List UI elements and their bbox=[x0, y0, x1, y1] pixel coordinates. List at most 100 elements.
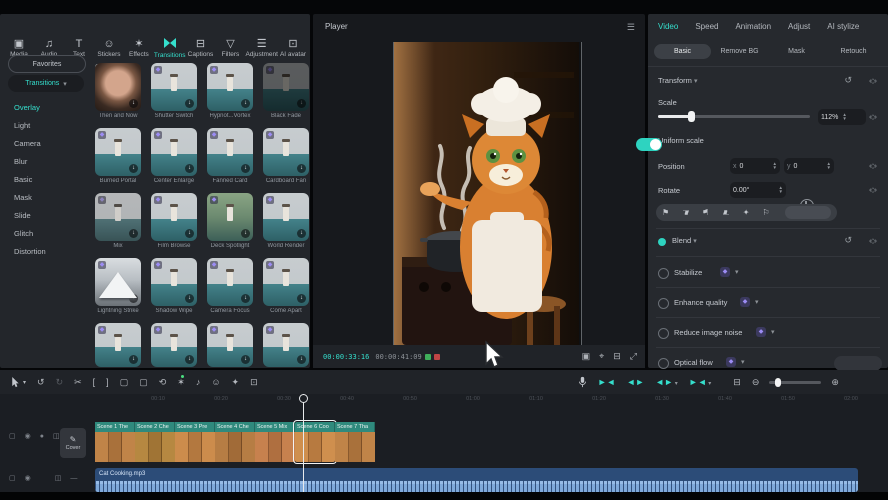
lock-track-icon[interactable]: ◫ bbox=[55, 474, 62, 482]
transition-item[interactable]: ◆↓Camera Focus bbox=[207, 258, 253, 314]
proxy-indicator-icon[interactable] bbox=[434, 354, 440, 360]
transition-item[interactable]: ◆↓Deck Spotlight bbox=[207, 193, 253, 249]
timeline-clip[interactable]: Scene 5 Mix bbox=[255, 422, 295, 462]
zoom-in-icon[interactable]: ⊕ bbox=[831, 377, 839, 388]
blend-header[interactable]: Blend ▾ bbox=[672, 236, 697, 245]
category-distortion[interactable]: Distortion bbox=[14, 244, 84, 258]
player-options-icon[interactable]: ☰ bbox=[627, 22, 635, 33]
toolbar-transitions[interactable]: Transitions bbox=[154, 38, 186, 59]
delete-icon[interactable]: ▢ bbox=[120, 377, 129, 388]
effect-tool-icon[interactable]: ✦ bbox=[232, 377, 240, 388]
redo-icon[interactable]: ↻ bbox=[56, 377, 64, 388]
category-overlay[interactable]: Overlay bbox=[14, 100, 84, 114]
align-bottom-icon[interactable]: ⚑ bbox=[722, 209, 731, 216]
select-tool-caret-icon[interactable]: ▾ bbox=[23, 379, 26, 386]
ratio-icon[interactable]: ▣ bbox=[582, 351, 591, 362]
stepper-icons[interactable]: ▲▼ bbox=[779, 186, 783, 194]
mute-track-icon[interactable]: ◉ bbox=[25, 474, 31, 482]
subtab-mask[interactable]: Mask bbox=[768, 44, 825, 59]
timeline-clip[interactable]: Scene 1 The bbox=[95, 422, 135, 462]
snapshot-icon[interactable]: ⌖ bbox=[599, 351, 604, 362]
enhance-quality-checkbox[interactable] bbox=[658, 298, 669, 309]
subtab-retouch[interactable]: Retouch bbox=[825, 44, 882, 59]
tab-video[interactable]: Video bbox=[658, 22, 678, 31]
dim-action-button[interactable] bbox=[834, 356, 882, 371]
transition-item[interactable]: ◆↓World Render bbox=[263, 193, 309, 249]
toolbar-effects[interactable]: ✶Effects bbox=[124, 38, 154, 58]
transition-item[interactable]: ◆↓Come Apart bbox=[263, 258, 309, 314]
preview-axis-icon[interactable]: ◄► ▾ bbox=[655, 377, 678, 387]
keyframe-icon[interactable]: ‹◇› bbox=[869, 113, 876, 121]
magic-tool-icon[interactable]: ✶ bbox=[177, 377, 185, 388]
compare-icon[interactable]: ⊟ bbox=[613, 351, 621, 362]
split-icon[interactable]: ✂ bbox=[74, 377, 82, 388]
uniform-scale-toggle[interactable] bbox=[636, 138, 662, 151]
transition-item[interactable]: ◆↓Burned Portal bbox=[95, 128, 141, 184]
transform-header[interactable]: Transform ▾ bbox=[658, 76, 698, 85]
toolbar-stickers[interactable]: ☺Stickers bbox=[94, 38, 124, 58]
position-y-field[interactable]: y 0 ▲▼ bbox=[784, 158, 834, 174]
transition-item[interactable]: ◆↓Mix bbox=[95, 193, 141, 249]
trim-right-icon[interactable]: ] bbox=[106, 377, 109, 387]
optical-flow-checkbox[interactable] bbox=[658, 358, 669, 369]
trim-left-icon[interactable]: [ bbox=[93, 377, 96, 387]
transition-item[interactable]: ◆↓Cardboard Fan bbox=[263, 128, 309, 184]
timeline-ruler[interactable]: 00:10 00:20 00:30 00:40 00:50 01:00 01:1… bbox=[0, 394, 888, 408]
subtab-remove-bg[interactable]: Remove BG bbox=[711, 44, 768, 59]
transition-item[interactable]: ◆↓Shadow Wipe bbox=[151, 258, 197, 314]
toolbar-adjustment[interactable]: ☰Adjustment bbox=[245, 38, 278, 58]
blend-enabled-icon[interactable] bbox=[658, 238, 666, 246]
zoom-out-icon[interactable]: ⊖ bbox=[752, 377, 760, 388]
record-voiceover-icon[interactable] bbox=[578, 376, 587, 388]
position-x-field[interactable]: x 0 ▲▼ bbox=[730, 158, 780, 174]
keyframe-icon[interactable]: ‹◇› bbox=[869, 186, 876, 194]
hide-track-icon[interactable]: ● bbox=[40, 433, 44, 440]
transition-item[interactable]: ◆↓Lightning Strike bbox=[95, 258, 141, 314]
transition-item[interactable]: ◆↓ bbox=[207, 323, 253, 367]
crop-icon[interactable]: ▢ bbox=[139, 377, 148, 388]
timeline-clip[interactable]: Scene 4 Che bbox=[215, 422, 255, 462]
mute-audio-icon[interactable]: ♪ bbox=[196, 377, 201, 387]
keyframe-icon[interactable]: ‹◇› bbox=[869, 237, 876, 245]
align-center-vertical-icon[interactable]: ⚐ bbox=[762, 208, 769, 217]
mute-track-icon[interactable]: ◉ bbox=[25, 432, 31, 440]
tab-adjust[interactable]: Adjust bbox=[788, 22, 810, 31]
stepper-icons[interactable]: ▲▼ bbox=[842, 113, 846, 121]
category-slide[interactable]: Slide bbox=[14, 208, 84, 222]
timeline-zoom-thumb[interactable] bbox=[775, 378, 781, 387]
transition-item[interactable]: ◆↓Black Fade bbox=[263, 63, 309, 119]
stepper-icons[interactable]: ▲▼ bbox=[773, 162, 777, 170]
transition-item[interactable]: ◆↓ bbox=[95, 323, 141, 367]
audio-clip[interactable]: Cat Cooking.mp3 bbox=[95, 468, 858, 492]
track-collapse-icon[interactable]: — bbox=[70, 475, 77, 482]
transition-item[interactable]: ◆↓Hypnot...Vortex bbox=[207, 63, 253, 119]
subtab-basic[interactable]: Basic bbox=[654, 44, 711, 59]
transition-item[interactable]: ◆↓Shutter Switch bbox=[151, 63, 197, 119]
chevron-down-icon[interactable]: ▾ bbox=[741, 358, 745, 366]
undo-icon[interactable]: ↺ bbox=[37, 377, 45, 388]
fullscreen-icon[interactable]: ⤢ bbox=[630, 351, 637, 362]
adapt-display-icon[interactable]: ⊟ bbox=[733, 377, 741, 388]
quality-indicator-icon[interactable] bbox=[425, 354, 431, 360]
chevron-down-icon[interactable]: ▾ bbox=[755, 298, 759, 306]
transition-item[interactable]: ◆↓ bbox=[151, 323, 197, 367]
reset-blend-icon[interactable]: ↺ bbox=[844, 235, 852, 246]
auto-ripple-icon[interactable]: ►◄ ▾ bbox=[689, 377, 712, 387]
track-options-icon[interactable]: ▢ bbox=[9, 432, 16, 440]
chevron-down-icon[interactable]: ▾ bbox=[735, 268, 739, 276]
reset-transform-icon[interactable]: ↺ bbox=[844, 75, 852, 86]
align-top-icon[interactable]: ⚑ bbox=[681, 209, 690, 216]
category-camera[interactable]: Camera bbox=[14, 136, 84, 150]
link-clips-icon[interactable]: ◄► bbox=[626, 377, 644, 387]
keyframe-icon[interactable]: ‹◇› bbox=[869, 77, 876, 85]
tab-speed[interactable]: Speed bbox=[695, 22, 718, 31]
timeline-clip[interactable]: Scene 7 Tha bbox=[335, 422, 375, 462]
playhead-handle[interactable] bbox=[299, 394, 308, 403]
transition-item[interactable]: ◆↓Fanned Card bbox=[207, 128, 253, 184]
category-glitch[interactable]: Glitch bbox=[14, 226, 84, 240]
timeline-clip-selected[interactable]: Scene 6 Coo bbox=[295, 422, 335, 462]
video-preview[interactable] bbox=[393, 42, 582, 345]
transition-item[interactable]: ◆↓Center Enlarge bbox=[151, 128, 197, 184]
toolbar-ai-avatar[interactable]: ⊡AI avatar bbox=[278, 38, 308, 58]
scale-slider[interactable] bbox=[658, 115, 810, 118]
